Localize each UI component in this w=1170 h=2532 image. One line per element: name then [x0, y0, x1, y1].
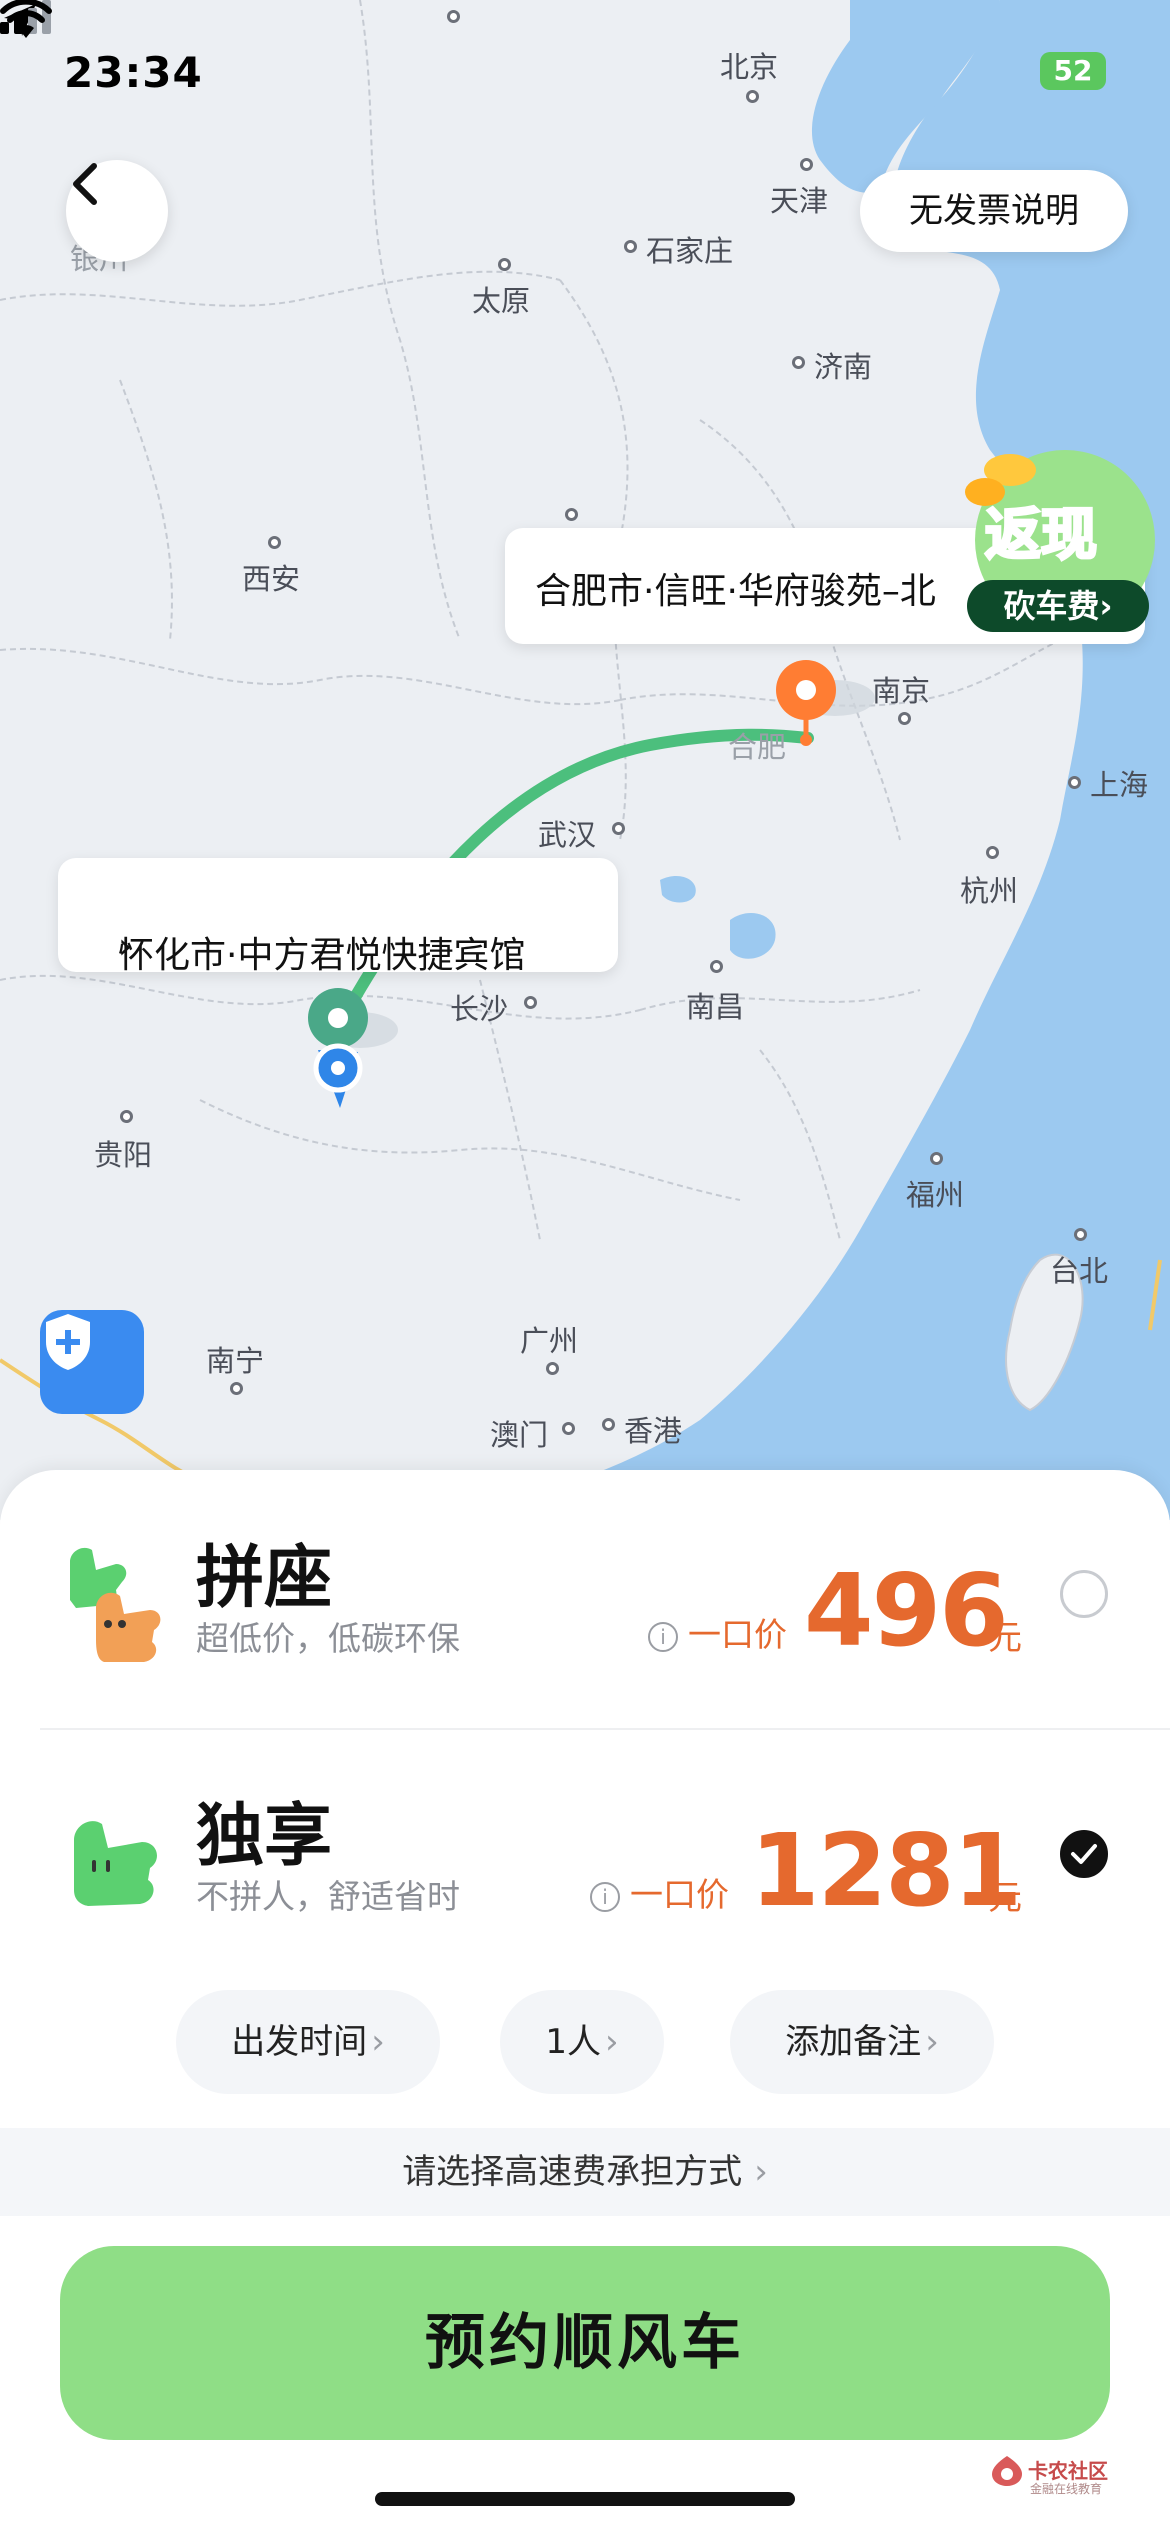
back-button[interactable] [66, 160, 168, 262]
city-label: 武汉 [538, 818, 597, 852]
city-label: 澳门 [490, 1418, 549, 1452]
city-label: 广州 [520, 1324, 579, 1358]
city-label: 西安 [242, 562, 301, 596]
origin-callout[interactable]: 怀化市·中方君悦快捷宾馆 › [58, 858, 618, 976]
city-label: 太原 [472, 284, 531, 318]
option-divider [40, 1728, 1170, 1730]
thumbs-up-icon [74, 1821, 157, 1906]
toll-label: 请选择高速费承担方式 [402, 2152, 743, 2192]
thumbs-up-pair-icon [70, 1547, 161, 1662]
battery-level: 52 [1053, 54, 1093, 87]
chip-label: 1人 [545, 2022, 602, 2062]
option-subtitle: 超低价，低碳环保 [196, 1619, 460, 1658]
price-label-text: 一口价 [688, 1615, 787, 1654]
cashback-title: 返现 [984, 502, 1099, 570]
chevron-left-icon [73, 163, 97, 205]
shield-plus-icon [46, 1314, 90, 1370]
invoice-info-button[interactable]: 无发票说明 [860, 170, 1128, 252]
cashback-subtitle: 砍车费› [967, 580, 1149, 632]
select-radio[interactable] [1060, 1570, 1108, 1618]
city-label: 福州 [906, 1178, 965, 1212]
status-time: 23:34 [64, 48, 203, 97]
chevron-right-icon: › [754, 2152, 768, 2192]
city-label: 长沙 [450, 992, 509, 1026]
chip-label: 添加备注 [785, 2022, 922, 2062]
toll-payment-selector[interactable]: 请选择高速费承担方式 › [0, 2128, 1170, 2216]
option-title: 独享 [196, 1797, 333, 1876]
chevron-right-icon: › [605, 2022, 619, 2062]
city-label: 香港 [624, 1414, 683, 1448]
cashback-badge[interactable]: 返现 砍车费› [955, 430, 1160, 635]
price-unit: 元 [988, 1618, 1022, 1658]
city-label: 济南 [814, 350, 873, 384]
option-exclusive[interactable]: 独享 不拼人，舒适省时 i 一口价 1281 元 [0, 1750, 1170, 1990]
checkmark-icon [1071, 1844, 1097, 1864]
price-value: 1281 [750, 1812, 1022, 1929]
price-value: 496 [804, 1552, 1009, 1669]
add-note-chip[interactable]: 添加备注 › [730, 1990, 994, 2094]
price-label: i 一口价 [590, 1868, 729, 1916]
city-label: 南宁 [206, 1344, 265, 1378]
book-ride-button[interactable]: 预约顺风车 [60, 2246, 1110, 2440]
home-indicator[interactable] [375, 2492, 795, 2506]
city-label: 石家庄 [646, 234, 734, 268]
origin-label-text: 怀化市·中方君悦快捷宾馆 [118, 935, 526, 976]
info-icon[interactable]: i [590, 1881, 620, 1912]
city-label: 上海 [1090, 768, 1149, 802]
wifi-icon [0, 0, 52, 38]
map-view[interactable]: 北京 天津 石家庄 太原 济南 银川 西安 南京 合肥 武汉 上海 杭州 长沙 … [0, 0, 1170, 1520]
safety-shield-button[interactable] [40, 1310, 144, 1414]
city-label: 南京 [872, 674, 931, 708]
watermark-logo-icon [992, 2456, 1022, 2486]
price-label: i 一口价 [648, 1608, 787, 1656]
destination-label: 合肥市·信旺·华府骏苑–北 [535, 571, 936, 612]
city-label: 贵阳 [94, 1138, 153, 1172]
city-label: 北京 [720, 50, 779, 84]
info-icon[interactable]: i [648, 1621, 678, 1652]
option-subtitle: 不拼人，舒适省时 [196, 1877, 460, 1916]
battery-indicator: 52 [1040, 52, 1106, 90]
chevron-right-icon: › [371, 2022, 385, 2062]
chip-label: 出发时间 [231, 2022, 368, 2062]
option-title: 拼座 [196, 1539, 333, 1618]
cashback-chevron: › [1099, 587, 1113, 625]
city-label: 台北 [1050, 1254, 1109, 1288]
watermark-subtitle: 金融在线教育 [1030, 2482, 1103, 2496]
select-radio-checked[interactable] [1060, 1830, 1108, 1878]
cashback-subtitle-text: 砍车费 [1003, 587, 1100, 625]
passengers-chip[interactable]: 1人 › [500, 1990, 664, 2094]
origin-chevron: › [118, 926, 133, 967]
city-label: 杭州 [960, 874, 1019, 908]
price-label-text: 一口价 [630, 1875, 729, 1914]
city-label: 南昌 [686, 990, 745, 1024]
city-label: 合肥 [728, 730, 787, 764]
departure-time-chip[interactable]: 出发时间 › [176, 1990, 440, 2094]
option-carpool[interactable]: 拼座 超低价，低碳环保 i 一口价 496 元 [0, 1490, 1170, 1730]
city-label: 天津 [770, 184, 829, 218]
price-unit: 元 [988, 1878, 1022, 1918]
chevron-right-icon: › [925, 2022, 939, 2062]
